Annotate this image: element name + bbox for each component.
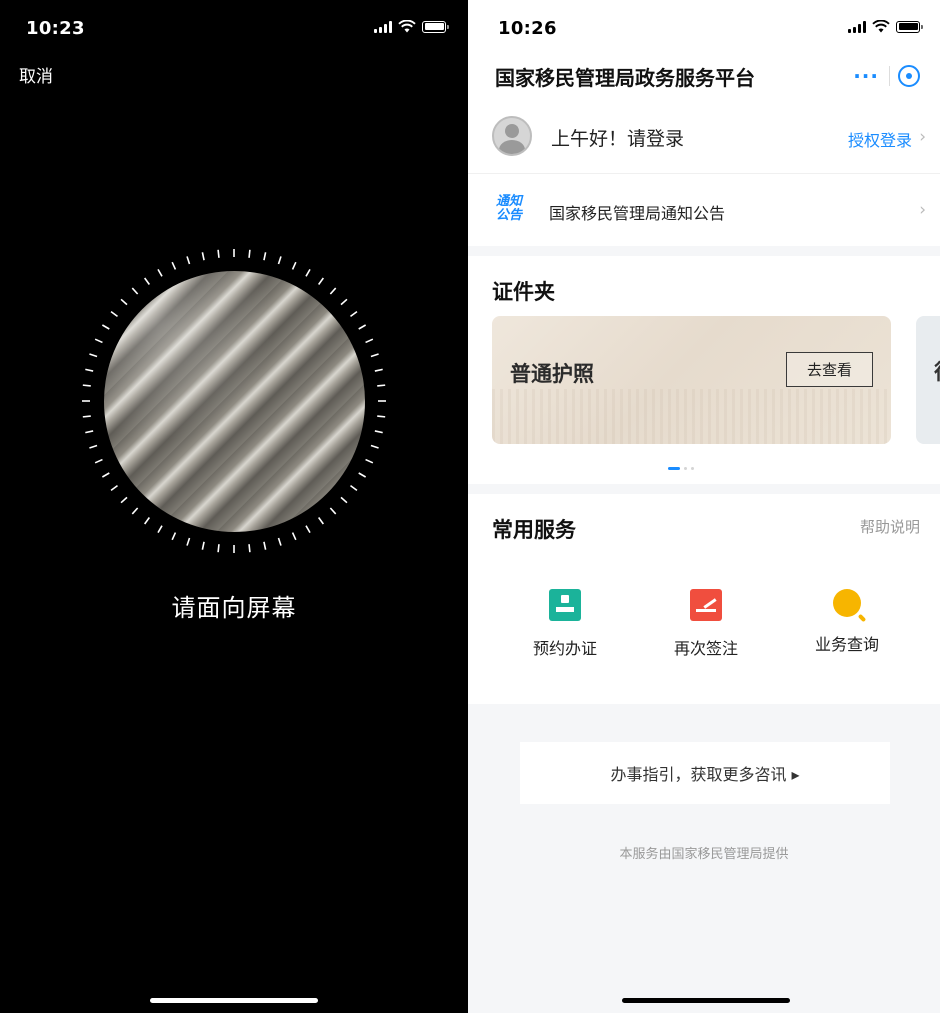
- tick-mark: [89, 353, 98, 358]
- service-label: 预约办证: [532, 639, 597, 658]
- tick-mark: [217, 249, 220, 258]
- home-indicator[interactable]: [150, 998, 318, 1003]
- app-header: 国家移民管理局政务服务平台 ···: [468, 52, 940, 102]
- pager-dot: [684, 467, 687, 470]
- service-query[interactable]: 业务查询: [802, 589, 892, 655]
- tick-mark: [374, 368, 383, 372]
- status-icons: [848, 20, 923, 33]
- tick-mark: [94, 338, 103, 344]
- footer-note: 本服务由国家移民管理局提供: [619, 847, 789, 862]
- close-mini-program-icon[interactable]: [898, 65, 920, 87]
- signal-icon: [374, 20, 392, 33]
- page-title: 国家移民管理局政务服务平台: [495, 66, 755, 90]
- next-card[interactable]: 往: [916, 316, 940, 444]
- more-icon[interactable]: ···: [853, 64, 879, 88]
- status-icons: [374, 20, 449, 33]
- tick-mark: [201, 541, 205, 550]
- tick-mark: [85, 430, 94, 434]
- service-platform-screen: 10:26 国家移民管理局政务服务平台 ··· 上午好！请登录 授权登录 › 通…: [468, 0, 940, 1013]
- document-wallet-section: 证件夹 普通护照 去查看 往: [468, 256, 940, 484]
- passport-card[interactable]: 普通护照 去查看: [492, 316, 891, 444]
- status-bar: 10:26: [468, 0, 940, 52]
- tick-mark: [277, 256, 282, 265]
- tick-mark: [201, 252, 205, 261]
- notice-row[interactable]: 通知 公告 国家移民管理局通知公告 ›: [468, 174, 940, 246]
- tick-mark: [94, 458, 103, 464]
- id-card-icon: [549, 589, 581, 621]
- help-link[interactable]: 帮助说明: [860, 516, 920, 537]
- tick-mark: [171, 261, 177, 270]
- login-row[interactable]: 上午好！请登录 授权登录 ›: [468, 102, 940, 174]
- face-capture-frame: [80, 247, 388, 555]
- face-prompt: 请面向屏幕: [171, 594, 297, 622]
- notice-badge-line1: 通知: [496, 194, 523, 209]
- notice-text: 国家移民管理局通知公告: [549, 204, 726, 223]
- mini-program-capsule: ···: [853, 62, 920, 90]
- tick-mark: [85, 368, 94, 372]
- status-bar: 10:23: [0, 0, 468, 52]
- tick-mark: [377, 415, 386, 418]
- tick-mark: [89, 444, 98, 449]
- tick-mark: [248, 544, 251, 553]
- tick-mark: [291, 532, 297, 541]
- service-endorsement[interactable]: 再次签注: [661, 589, 751, 659]
- tick-mark: [370, 353, 379, 358]
- sign-pen-icon: [690, 589, 722, 621]
- notice-badge-icon: 通知 公告: [496, 195, 530, 223]
- pager-dot-active: [668, 467, 680, 470]
- card-pager: [668, 467, 694, 470]
- service-label: 业务查询: [814, 635, 879, 654]
- section-title: 证件夹: [492, 280, 555, 304]
- wifi-icon: [398, 20, 416, 33]
- battery-icon: [422, 20, 449, 33]
- tick-mark: [217, 544, 220, 553]
- tick-mark: [291, 261, 297, 270]
- tick-mark: [186, 537, 191, 546]
- tick-mark: [82, 384, 91, 387]
- capsule-divider: [889, 66, 890, 86]
- search-icon: [833, 589, 861, 617]
- tick-mark: [374, 430, 383, 434]
- status-time: 10:23: [26, 18, 85, 39]
- camera-preview: [104, 271, 365, 532]
- tick-mark: [263, 252, 267, 261]
- auth-login-link[interactable]: 授权登录: [848, 127, 912, 151]
- view-card-button[interactable]: 去查看: [786, 352, 873, 387]
- wifi-icon: [872, 20, 890, 33]
- status-time: 10:26: [498, 18, 557, 39]
- card-title: 普通护照: [510, 362, 594, 386]
- guide-link[interactable]: 办事指引，获取更多咨讯 ▸: [520, 742, 890, 804]
- tick-mark: [365, 338, 374, 344]
- avatar: [492, 116, 532, 156]
- service-appointment[interactable]: 预约办证: [520, 589, 610, 659]
- service-label: 再次签注: [673, 639, 738, 658]
- common-services-section: 常用服务 帮助说明 预约办证 再次签注 业务查询: [468, 494, 940, 704]
- tick-mark: [377, 384, 386, 387]
- tick-mark: [82, 415, 91, 418]
- notice-badge-line2: 公告: [496, 208, 523, 223]
- card-title: 往: [934, 356, 940, 386]
- chevron-right-icon: ›: [919, 127, 926, 147]
- home-indicator[interactable]: [622, 998, 790, 1003]
- battery-icon: [896, 20, 923, 33]
- tick-mark: [370, 444, 379, 449]
- face-scan-screen: 10:23 取消 请面向屏幕: [0, 0, 468, 1013]
- tick-mark: [171, 532, 177, 541]
- chevron-right-icon: ›: [919, 200, 926, 220]
- tick-mark: [248, 249, 251, 258]
- pager-dot: [691, 467, 694, 470]
- cancel-button[interactable]: 取消: [19, 62, 53, 87]
- greeting-text: 上午好！请登录: [551, 128, 685, 150]
- tick-mark: [277, 537, 282, 546]
- section-title: 常用服务: [492, 518, 576, 542]
- tick-mark: [365, 458, 374, 464]
- tick-mark: [186, 256, 191, 265]
- tick-mark: [263, 541, 267, 550]
- signal-icon: [848, 20, 866, 33]
